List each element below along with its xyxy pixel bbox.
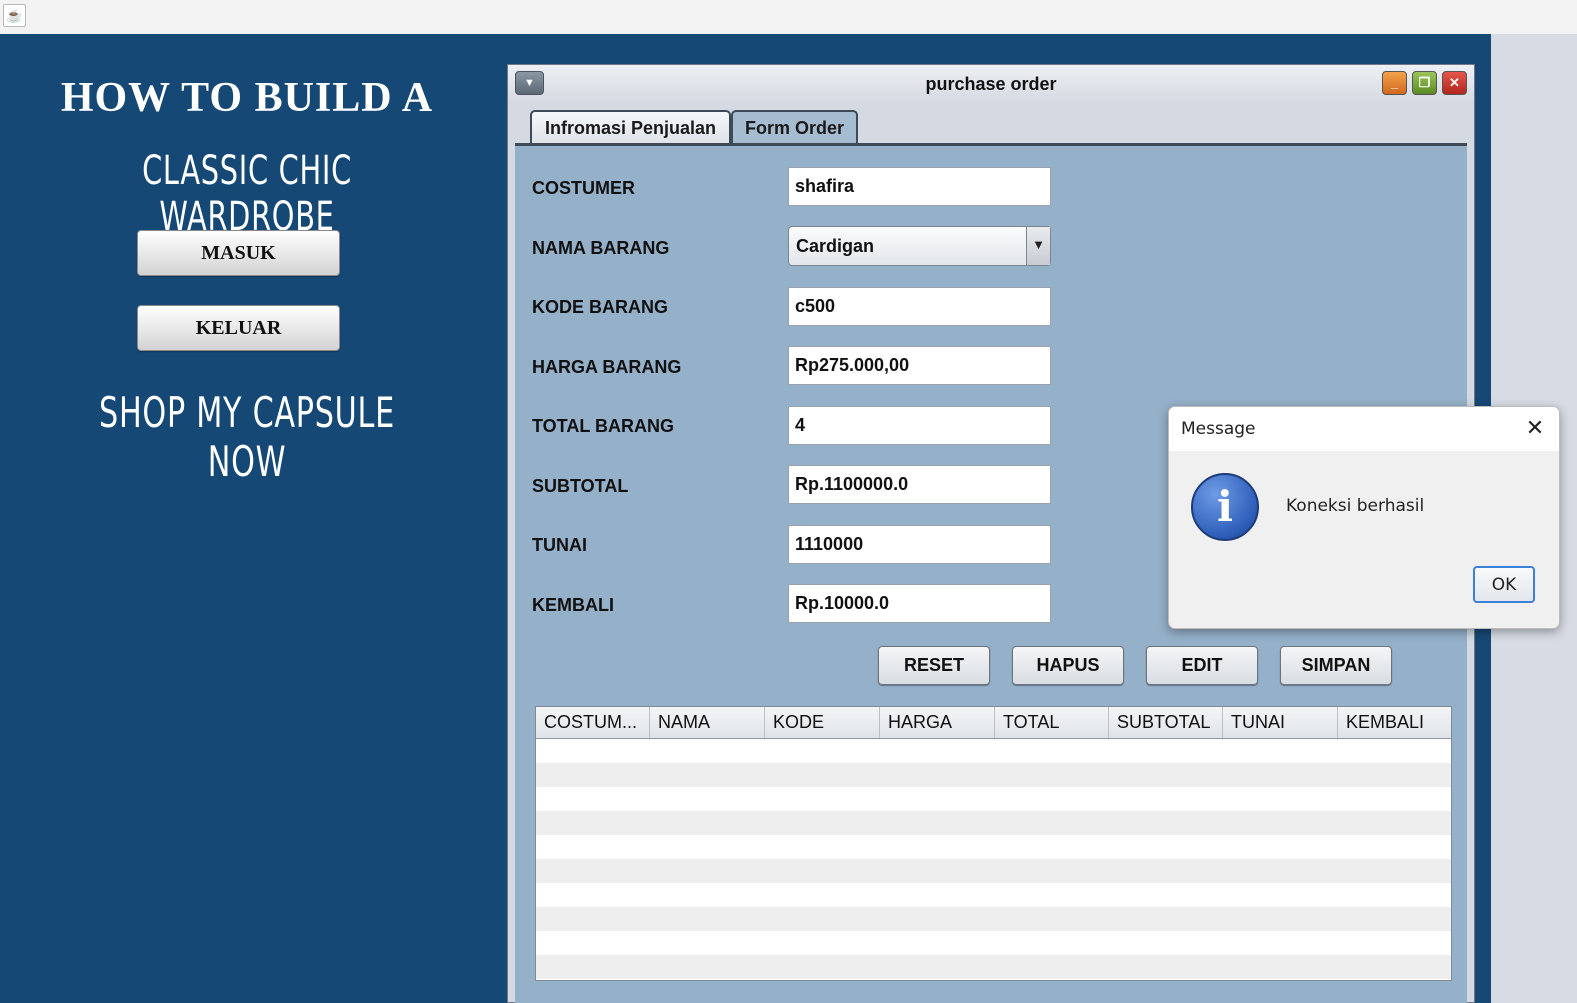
table-row [536,763,1451,787]
promo-tagline: SHOP MY CAPSULE NOW [99,388,395,486]
column-header-tunai[interactable]: TUNAI [1223,707,1338,738]
subtotal-field[interactable] [788,465,1051,504]
frame-title-bar[interactable]: ▼ purchase order _ ❐ ✕ [508,65,1474,101]
simpan-button[interactable]: SIMPAN [1280,646,1392,685]
close-icon[interactable]: ✕ [1442,71,1467,95]
costumer-field[interactable] [788,167,1051,206]
column-header-total[interactable]: TOTAL [995,707,1109,738]
tunai-label: TUNAI [532,535,587,555]
harga-barang-field[interactable] [788,346,1051,385]
nama-barang-selected: Cardigan [796,236,875,256]
table-row [536,811,1451,835]
reset-button[interactable]: RESET [878,646,990,685]
frame-title: purchase order [925,74,1057,94]
tunai-field[interactable] [788,525,1051,564]
hapus-button[interactable]: HAPUS [1012,646,1124,685]
table-header: COSTUM... NAMA KODE HARGA TOTAL SUBTOTAL… [536,707,1451,739]
kembali-field[interactable] [788,584,1051,623]
total-barang-label: TOTAL BARANG [532,416,674,436]
table-row [536,955,1451,979]
kode-barang-field[interactable] [788,287,1051,326]
java-cup-icon[interactable]: ☕ [3,4,26,27]
kode-barang-label: KODE BARANG [532,297,669,317]
dialog-title-bar[interactable]: Message ✕ [1169,407,1559,451]
minimize-icon[interactable]: _ [1382,71,1407,95]
window-title-bar: ☕ [0,0,1577,34]
keluar-button[interactable]: KELUAR [137,305,340,351]
table-row [536,787,1451,811]
edit-button[interactable]: EDIT [1146,646,1258,685]
table-row [536,835,1451,859]
tab-informasi-penjualan[interactable]: Infromasi Penjualan [530,110,731,144]
harga-barang-label: HARGA BARANG [532,357,682,377]
table-row [536,883,1451,907]
column-header-subtotal[interactable]: SUBTOTAL [1109,707,1223,738]
message-dialog: Message ✕ i Koneksi berhasil OK [1168,406,1560,629]
costumer-label: COSTUMER [532,178,635,198]
information-icon: i [1191,473,1259,541]
dialog-close-icon[interactable]: ✕ [1521,415,1549,443]
column-header-costumer[interactable]: COSTUM... [536,707,650,738]
column-header-kode[interactable]: KODE [765,707,880,738]
dropdown-arrow-icon[interactable]: ▼ [1026,227,1050,265]
column-header-harga[interactable]: HARGA [880,707,995,738]
nama-barang-select[interactable]: Cardigan ▼ [788,226,1051,266]
dialog-title: Message [1181,419,1256,439]
column-header-nama[interactable]: NAMA [650,707,765,738]
table-row [536,739,1451,763]
table-row [536,931,1451,955]
tab-form-order[interactable]: Form Order [731,110,858,144]
promo-subheading: CLASSIC CHIC WARDROBE [142,148,352,240]
column-header-kembali[interactable]: KEMBALI [1338,707,1451,738]
ok-button[interactable]: OK [1473,566,1535,603]
masuk-button[interactable]: MASUK [137,230,340,276]
table-row [536,907,1451,931]
kembali-label: KEMBALI [532,595,614,615]
nama-barang-label: NAMA BARANG [532,238,670,258]
promo-heading: HOW TO BUILD A [60,75,434,121]
dialog-message: Koneksi berhasil [1286,496,1425,516]
table-row [536,859,1451,883]
order-table[interactable]: COSTUM... NAMA KODE HARGA TOTAL SUBTOTAL… [535,706,1452,981]
total-barang-field[interactable] [788,406,1051,445]
maximize-icon[interactable]: ❐ [1412,71,1437,95]
subtotal-label: SUBTOTAL [532,476,629,496]
